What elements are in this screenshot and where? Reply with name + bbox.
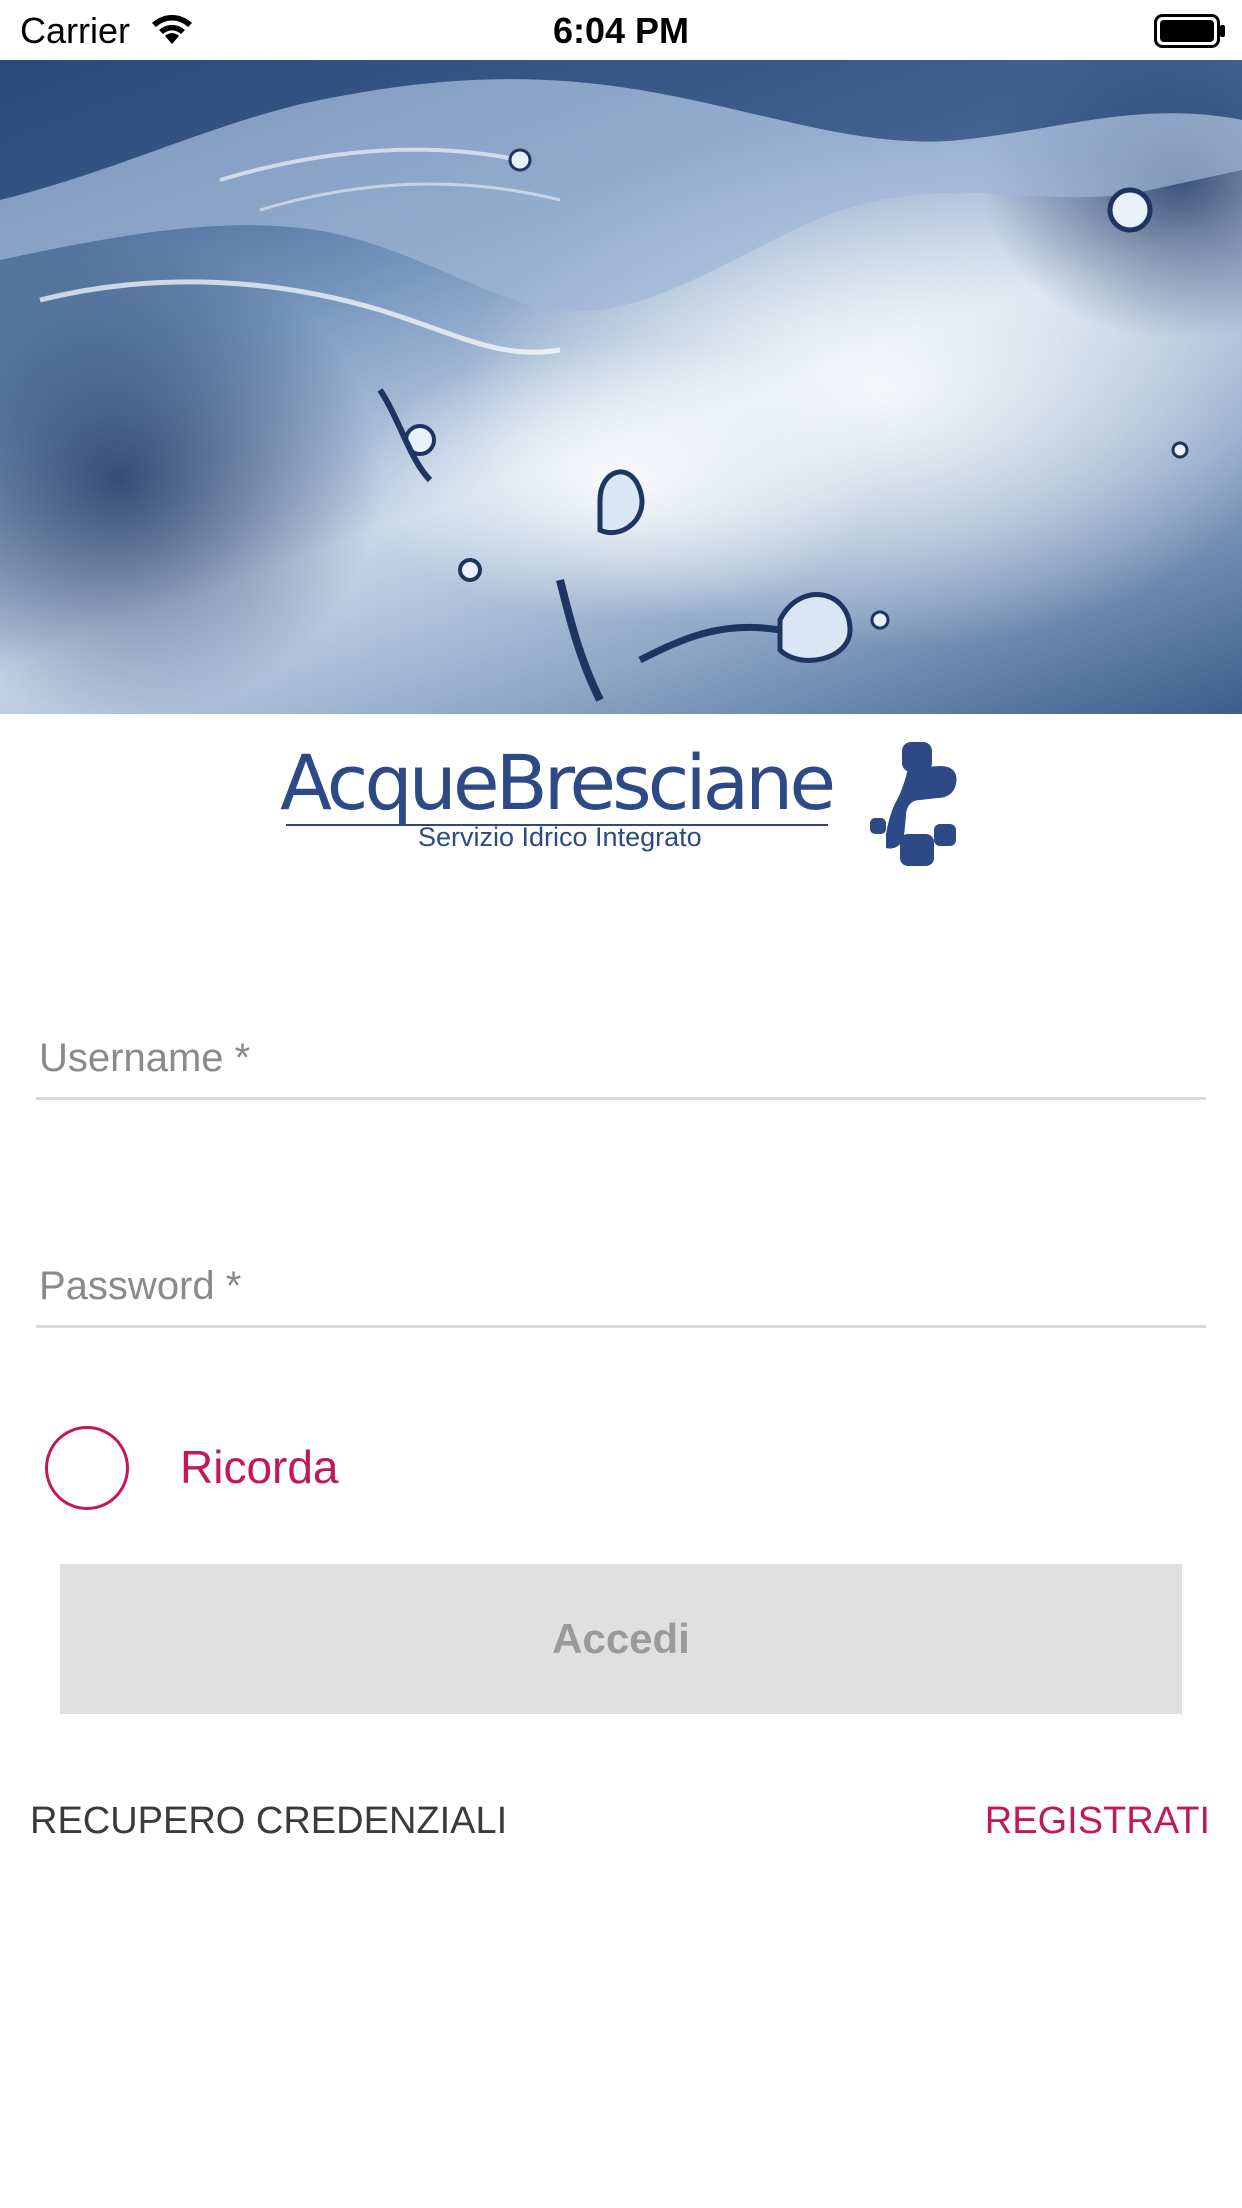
logo-wordmark: AcqueBresciane — [280, 738, 836, 827]
battery-icon — [1154, 14, 1225, 48]
remember-radio-button[interactable] — [45, 1426, 129, 1510]
username-input[interactable] — [36, 1020, 1206, 1097]
register-link[interactable]: REGISTRATI — [985, 1800, 1210, 1843]
password-input[interactable] — [36, 1248, 1206, 1325]
login-button[interactable]: Accedi — [60, 1564, 1182, 1714]
password-field[interactable] — [36, 1248, 1206, 1328]
logo-tagline: Servizio Idrico Integrato — [418, 822, 702, 852]
clock: 6:04 PM — [552, 10, 690, 51]
status-bar: Carrier 6:04 PM — [0, 0, 1242, 60]
username-field[interactable] — [36, 1020, 1206, 1100]
water-splash-image — [0, 60, 1242, 714]
recover-credentials-link[interactable]: RECUPERO CREDENZIALI — [30, 1800, 507, 1843]
acque-bresciane-logo: AcqueBresciane Servizio Idrico Integrato — [280, 738, 980, 878]
remember-label[interactable]: Ricorda — [180, 1440, 339, 1494]
logo-mark-icon — [870, 742, 957, 866]
